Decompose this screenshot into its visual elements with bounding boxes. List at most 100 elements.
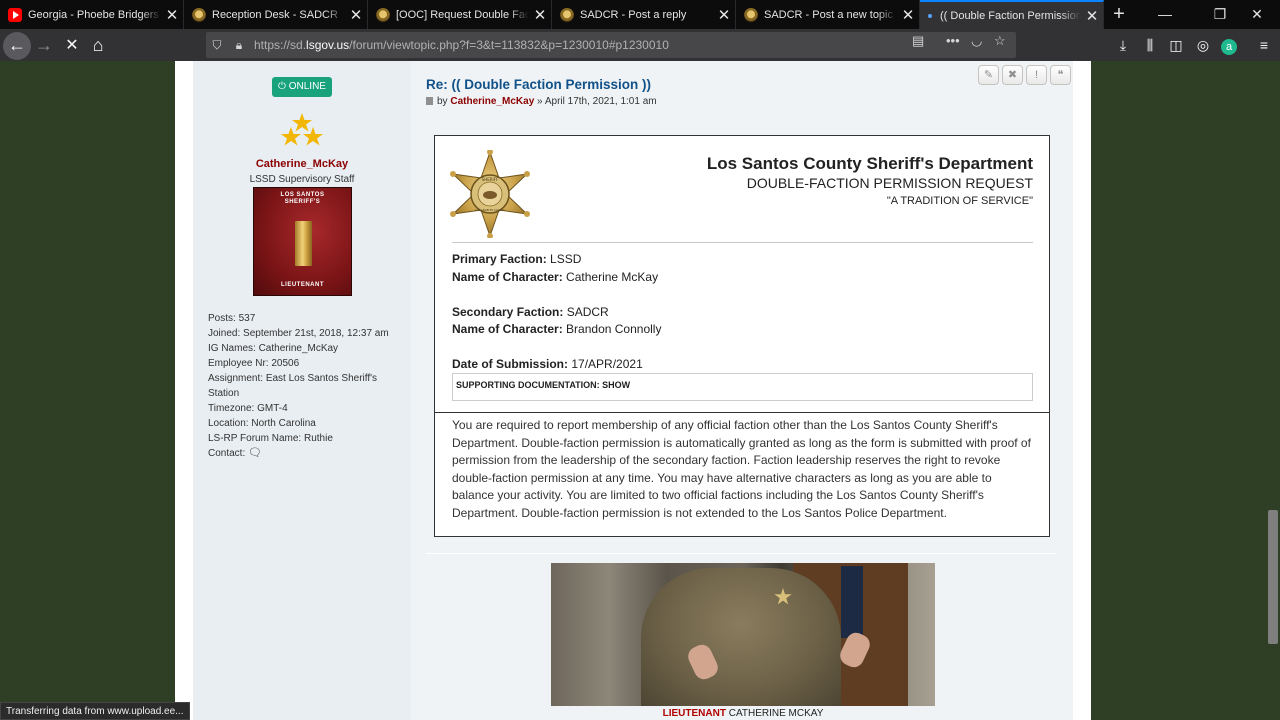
reader-view-icon[interactable]: ▤ [912,33,924,49]
downloads-icon[interactable]: ⤓ [1110,32,1136,58]
tab-double-faction[interactable]: (( Double Faction Permission )) ✕ [920,0,1104,29]
stat-value: September 21st, 2018, 12:37 am [243,328,389,339]
stat-value: GMT-4 [257,403,288,414]
patch-bottom-text: LIEUTENANT [281,282,324,288]
delete-x-icon[interactable]: ✖ [1002,65,1023,85]
stat-assignment: Assignment: East Los Santos Sheriff's St… [208,371,378,401]
tab-reception-desk[interactable]: Reception Desk - SADCR ✕ [184,0,368,29]
url-bar[interactable]: ⛉ 🔒︎ https://sd.lsgov.us/forum/viewtopic… [206,32,1016,58]
tab-close-icon[interactable]: ✕ [897,6,919,24]
form-body-text: You are required to report membership of… [452,418,1031,520]
field-value: Catherine McKay [566,270,659,284]
stat-posts: Posts: 537 [208,311,408,326]
tab-close-icon[interactable]: ✕ [345,6,367,24]
extension-icon[interactable]: a [1216,32,1242,58]
scrollbar-thumb[interactable] [1268,510,1278,644]
field-label: Name of Character: [452,270,563,284]
sadcr-badge-icon [376,7,390,22]
stat-label: Joined: [208,328,241,339]
tab-post-reply[interactable]: SADCR - Post a reply ✕ [552,0,736,29]
url-text[interactable]: https://sd.lsgov.us/forum/viewtopic.php?… [254,38,669,52]
bookmark-star-icon[interactable]: ☆ [994,33,1006,49]
stat-value[interactable]: 537 [239,313,256,324]
report-exclamation-icon[interactable]: ! [1026,65,1047,85]
stop-loading-icon[interactable]: ✕ [58,32,86,60]
field-label: Date of Submission: [452,357,569,371]
caption-name: CATHERINE MCKAY [728,708,824,719]
field-label: Name of Character: [452,322,563,336]
stat-label: Assignment: [208,373,264,384]
tab-ooc-request[interactable]: [OOC] Request Double Faction ✕ [368,0,552,29]
forward-arrow-icon[interactable]: → [30,32,58,60]
department-motto: "A TRADITION OF SERVICE" [886,195,1033,207]
caption-rank: LIEUTENANT [662,708,726,719]
spoiler-label[interactable]: SUPPORTING DOCUMENTATION: SHOW [456,380,630,390]
edit-pencil-icon[interactable]: ✎ [978,65,999,85]
stat-employee-nr: Employee Nr: 20506 [208,356,408,371]
lock-icon[interactable]: 🔒︎ [228,38,250,53]
badge-bottom-text: LOS ANGELES COUNTY [475,208,505,212]
post-profile: ⏻ ONLINE Catherine_McKay LSSD Supervisor… [193,61,411,720]
by-label: by [437,96,448,107]
stat-value: North Carolina [251,418,316,429]
quote-icon[interactable]: ❝ [1050,65,1071,85]
account-icon[interactable]: ◎ [1190,32,1216,58]
tab-title: (( Double Faction Permission )) [940,9,1081,22]
back-arrow-icon[interactable]: ← [3,32,31,60]
tab-title: SADCR - Post a reply [580,8,687,21]
badge-top-text: SHERIFF [482,177,499,182]
divider [452,242,1033,243]
tracking-shield-icon[interactable]: ⛉ [206,38,228,53]
field-value: SADCR [566,305,609,319]
minimize-icon[interactable]: — [1142,0,1188,29]
image-caption: LIEUTENANT CATHERINE MCKAY [551,708,935,719]
form-subtitle: DOUBLE-FACTION PERMISSION REQUEST [746,175,1033,191]
menu-icon[interactable]: ≡ [1251,32,1277,58]
tab-georgia[interactable]: Georgia - Phoebe Bridgers - Y ✕ [0,0,184,29]
tab-close-icon[interactable]: ✕ [713,6,735,24]
tab-strip: Georgia - Phoebe Bridgers - Y ✕ Receptio… [0,0,1280,29]
sidebar-icon[interactable]: ◫ [1163,32,1189,58]
stat-value: Ruthie [303,433,333,444]
online-badge: ⏻ ONLINE [272,77,332,97]
image-figure [641,568,841,706]
character-name-row-2: Name of Character: Brandon Connolly [452,322,661,336]
tab-close-icon[interactable]: ✕ [529,6,551,24]
patch-top-line1: LOS SANTOS [280,192,325,198]
tab-new-topic[interactable]: SADCR - Post a new topic ✕ [736,0,920,29]
page-actions-icon[interactable]: ••• [946,33,960,48]
pocket-icon[interactable]: ◡ [971,33,982,49]
image-poster [841,566,863,638]
post-body: Re: (( Double Faction Permission )) by C… [411,61,1073,720]
stat-label: Timezone: [208,403,255,414]
profile-username[interactable]: Catherine_McKay [193,158,411,170]
post-title[interactable]: Re: (( Double Faction Permission )) [426,77,651,92]
stat-value: Catherine_McKay [258,343,339,354]
stat-label: Location: [208,418,249,429]
sadcr-badge-icon [560,7,574,22]
post-author-link[interactable]: Catherine_McKay [450,96,534,107]
field-value: Brandon Connolly [566,322,662,336]
youtube-icon [8,7,22,22]
library-icon[interactable]: ⫼ [1137,32,1163,58]
post-document-icon[interactable] [426,97,433,105]
stat-value: 20506 [271,358,300,369]
forum-post: ⏻ ONLINE Catherine_McKay LSSD Supervisor… [193,61,1073,720]
character-name-row-1: Name of Character: Catherine McKay [452,270,658,284]
stat-label: Employee Nr: [208,358,269,369]
profile-rank: LSSD Supervisory Staff [249,174,355,185]
stat-label: Contact: [208,448,246,459]
url-domain: lsgov.us [306,38,350,52]
supporting-documentation-spoiler[interactable]: SUPPORTING DOCUMENTATION: SHOW [452,373,1033,401]
tab-close-icon[interactable]: ✕ [161,6,183,24]
stat-ig-names: IG Names: Catherine_McKay [208,341,408,356]
url-prefix: https://sd. [254,38,307,52]
tab-close-icon[interactable]: ✕ [1081,7,1103,25]
tab-title: SADCR - Post a new topic [764,8,893,21]
contact-speech-bubble-icon[interactable]: 🗨︎ [248,447,262,459]
stat-contact: Contact: 🗨︎ [208,446,408,461]
close-window-icon[interactable]: ✕ [1234,0,1280,29]
home-icon[interactable]: ⌂ [84,32,112,60]
online-status-text: ONLINE [288,81,326,92]
new-tab-icon[interactable]: + [1107,2,1131,26]
